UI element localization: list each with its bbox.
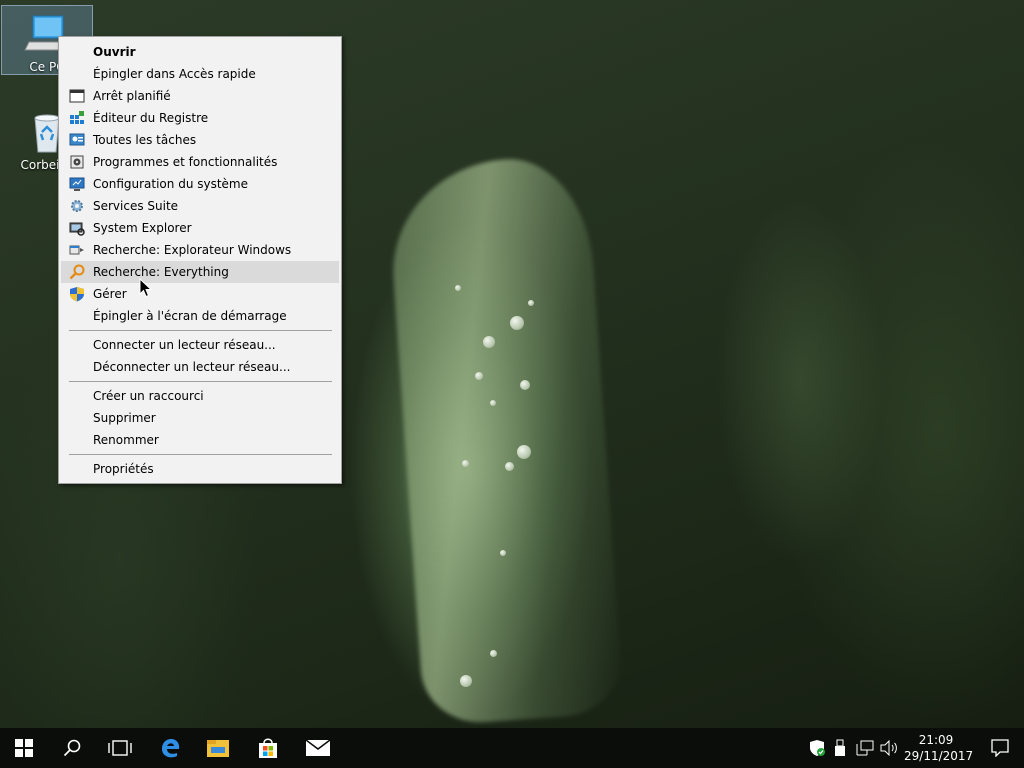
menu-item-label: Toutes les tâches (93, 133, 197, 147)
menu-item-ouvrir[interactable]: Ouvrir (61, 41, 339, 63)
network-tray-button[interactable] (854, 728, 876, 768)
wallpaper-leaf (385, 153, 625, 727)
menu-item-label: Configuration du système (93, 177, 248, 191)
task-view-button[interactable] (96, 728, 144, 768)
menu-item-renommer[interactable]: Renommer (61, 429, 339, 451)
edge-button[interactable] (146, 728, 194, 768)
system-explorer-icon (69, 220, 85, 236)
menu-item-label: Renommer (93, 433, 159, 447)
store-button[interactable] (244, 728, 292, 768)
file-explorer-button[interactable] (194, 728, 242, 768)
msconfig-icon (69, 176, 85, 192)
menu-item-gerer[interactable]: Gérer (61, 283, 339, 305)
network-icon (856, 740, 874, 756)
menu-item-toutes-les-taches[interactable]: Toutes les tâches (61, 129, 339, 151)
taskbar: 21:09 29/11/2017 (0, 728, 1024, 768)
edge-icon (162, 739, 180, 758)
menu-item-arret-planifie[interactable]: Arrêt planifié (61, 85, 339, 107)
menu-item-label: Services Suite (93, 199, 179, 213)
menu-item-recherche-everything[interactable]: Recherche: Everything (61, 261, 339, 283)
menu-item-label: Recherche: Everything (93, 265, 229, 279)
menu-item-label: Créer un raccourci (93, 389, 204, 403)
menu-item-label: Éditeur du Registre (93, 111, 209, 125)
explorer-search-icon (69, 242, 85, 258)
menu-item-editeur-du-registre[interactable]: Éditeur du Registre (61, 107, 339, 129)
menu-item-label: Propriétés (93, 462, 154, 476)
menu-item-deconnecter-un-lecteur-reseau[interactable]: Déconnecter un lecteur réseau... (61, 356, 339, 378)
clock[interactable]: 21:09 29/11/2017 (904, 732, 974, 764)
task-view-icon (108, 740, 132, 756)
uac-shield-icon (69, 286, 85, 302)
menu-item-label: Programmes et fonctionnalités (93, 155, 278, 169)
context-menu: Ouvrir Épingler dans Accès rapide Arrêt pl… (58, 36, 342, 484)
everything-search-icon (69, 264, 85, 280)
clock-time: 21:09 (918, 733, 954, 747)
services-gear-icon (69, 198, 85, 214)
search-button[interactable] (48, 728, 96, 768)
action-center-button[interactable] (976, 728, 1024, 768)
menu-item-epingler-a-l-ecran-de-demarrage[interactable]: Épingler à l'écran de démarrage (61, 305, 339, 327)
defender-icon (810, 740, 825, 756)
menu-item-label: Ouvrir (93, 45, 136, 59)
menu-item-label: Supprimer (93, 411, 156, 425)
volume-tray-button[interactable] (878, 728, 900, 768)
menu-item-label: Gérer (93, 287, 127, 301)
menu-item-proprietes[interactable]: Propriétés (61, 458, 339, 480)
mail-icon (305, 739, 331, 756)
clock-date: 29/11/2017 (904, 749, 974, 763)
store-icon (259, 738, 277, 758)
action-center-icon (991, 739, 1009, 757)
menu-item-label: Épingler à l'écran de démarrage (93, 309, 287, 323)
menu-item-connecter-un-lecteur-reseau[interactable]: Connecter un lecteur réseau... (61, 334, 339, 356)
menu-item-system-explorer[interactable]: System Explorer (61, 217, 339, 239)
programs-icon (69, 154, 85, 170)
search-icon (63, 739, 81, 757)
menu-item-programmes-et-fonctionnalites[interactable]: Programmes et fonctionnalités (61, 151, 339, 173)
defender-tray-button[interactable] (806, 728, 828, 768)
menu-item-label: Connecter un lecteur réseau... (93, 338, 276, 352)
file-explorer-icon (207, 740, 229, 757)
control-panel-icon (69, 132, 85, 148)
start-icon (15, 739, 33, 757)
menu-item-configuration-du-systeme[interactable]: Configuration du système (61, 173, 339, 195)
menu-item-epingler-dans-acces-rapide[interactable]: Épingler dans Accès rapide (61, 63, 339, 85)
menu-item-label: Recherche: Explorateur Windows (93, 243, 292, 257)
menu-separator (69, 330, 332, 331)
menu-item-label: Arrêt planifié (93, 89, 171, 103)
mail-button[interactable] (294, 728, 342, 768)
menu-item-services-suite[interactable]: Services Suite (61, 195, 339, 217)
menu-item-label: Épingler dans Accès rapide (93, 67, 256, 81)
menu-item-supprimer[interactable]: Supprimer (61, 407, 339, 429)
menu-item-creer-un-raccourci[interactable]: Créer un raccourci (61, 385, 339, 407)
usb-icon (835, 739, 845, 756)
volume-icon (880, 740, 897, 756)
start-button[interactable] (0, 728, 48, 768)
usb-tray-button[interactable] (830, 728, 850, 768)
registry-icon (69, 110, 85, 126)
menu-separator (69, 381, 332, 382)
menu-item-label: System Explorer (93, 221, 192, 235)
menu-item-label: Déconnecter un lecteur réseau... (93, 360, 291, 374)
menu-separator (69, 454, 332, 455)
menu-item-recherche-explorateur-windows[interactable]: Recherche: Explorateur Windows (61, 239, 339, 261)
window-icon (69, 88, 85, 104)
